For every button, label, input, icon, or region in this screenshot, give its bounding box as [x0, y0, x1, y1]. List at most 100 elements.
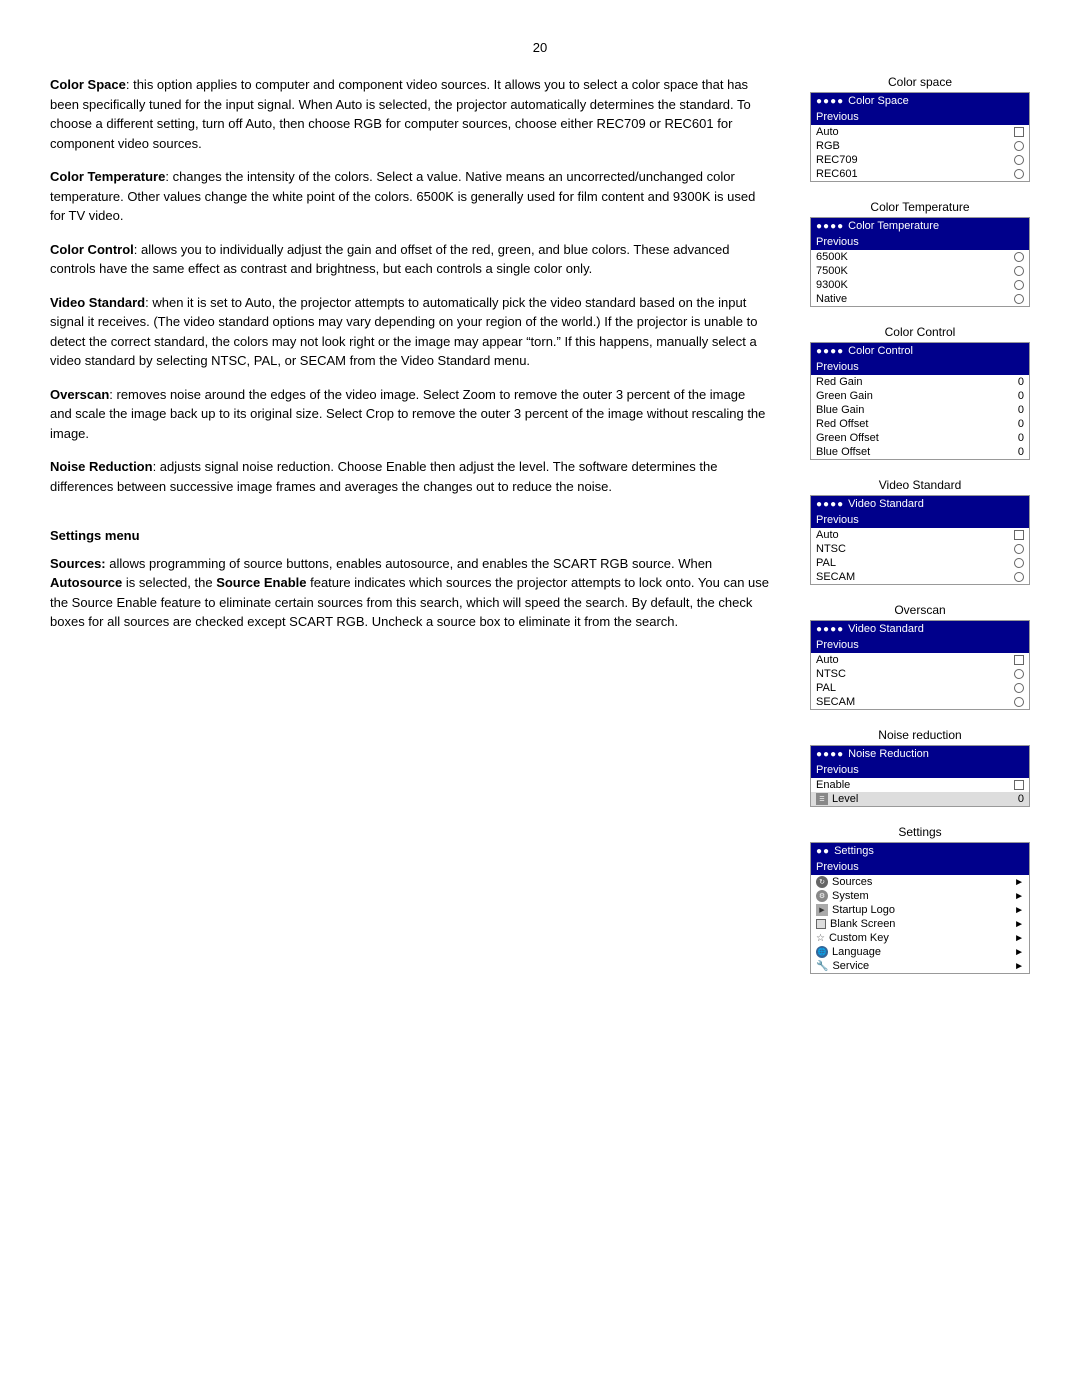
color-control-title-text: Color Control	[848, 345, 913, 357]
noise-reduction-enable-row[interactable]: Enable	[811, 778, 1029, 792]
color-space-rec601-row[interactable]: REC601	[811, 167, 1029, 181]
color-temperature-7500k-label: 7500K	[816, 265, 848, 277]
overscan-ntsc-row[interactable]: NTSC	[811, 667, 1029, 681]
settings-system-icon-group: ⚙ System	[816, 890, 869, 902]
color-control-blue-gain-row[interactable]: Blue Gain 0	[811, 403, 1029, 417]
color-temperature-dots: ●●●●	[816, 221, 844, 232]
color-temperature-title-text: Color Temperature	[848, 220, 939, 232]
settings-service-icon-group: 🔧 Service	[816, 960, 869, 972]
right-column: Color space ●●●● Color Space Previous Au…	[810, 75, 1030, 974]
video-standard-panel: ●●●● Video Standard Previous Auto NTSC P…	[810, 495, 1030, 585]
color-temperature-6500k-radio[interactable]	[1014, 252, 1024, 262]
custom-key-icon: ☆	[816, 933, 825, 944]
color-control-red-gain-label: Red Gain	[816, 376, 862, 388]
noise-reduction-previous-row[interactable]: Previous	[811, 762, 1029, 778]
system-icon: ⚙	[816, 890, 828, 902]
noise-reduction-enable-checkbox[interactable]	[1014, 780, 1024, 790]
page-number: 20	[50, 40, 1030, 55]
video-standard-pal-radio[interactable]	[1014, 558, 1024, 568]
color-temperature-native-row[interactable]: Native	[811, 292, 1029, 306]
settings-sources-label: Sources	[832, 876, 872, 888]
overscan-secam-row[interactable]: SECAM	[811, 695, 1029, 709]
color-temperature-previous-row[interactable]: Previous	[811, 234, 1029, 250]
color-control-menu-section: Color Control ●●●● Color Control Previou…	[810, 325, 1030, 460]
overscan-secam-radio[interactable]	[1014, 697, 1024, 707]
settings-service-row[interactable]: 🔧 Service ►	[811, 959, 1029, 973]
settings-language-label: Language	[832, 946, 881, 958]
settings-startup-row[interactable]: ▶ Startup Logo ►	[811, 903, 1029, 917]
overscan-paragraph: Overscan: removes noise around the edges…	[50, 385, 770, 444]
color-space-rec601-radio[interactable]	[1014, 169, 1024, 179]
video-standard-secam-label: SECAM	[816, 571, 855, 583]
color-space-text: : this option applies to computer and co…	[50, 77, 751, 151]
settings-language-row[interactable]: 🌐 Language ►	[811, 945, 1029, 959]
settings-custom-key-row[interactable]: ☆ Custom Key ►	[811, 931, 1029, 945]
color-control-panel: ●●●● Color Control Previous Red Gain 0 G…	[810, 342, 1030, 460]
color-control-title-bar: ●●●● Color Control	[811, 343, 1029, 359]
overscan-ntsc-label: NTSC	[816, 668, 846, 680]
overscan-previous-row[interactable]: Previous	[811, 637, 1029, 653]
color-space-rec709-row[interactable]: REC709	[811, 153, 1029, 167]
noise-reduction-level-icon-group: ☰ Level	[816, 793, 858, 805]
settings-blank-screen-row[interactable]: Blank Screen ►	[811, 917, 1029, 931]
color-space-auto-row[interactable]: Auto	[811, 125, 1029, 139]
color-temperature-6500k-label: 6500K	[816, 251, 848, 263]
video-standard-title-text: Video Standard	[848, 498, 924, 510]
settings-menu-label: Settings	[810, 825, 1030, 839]
overscan-auto-checkbox[interactable]	[1014, 655, 1024, 665]
video-standard-pal-row[interactable]: PAL	[811, 556, 1029, 570]
color-temperature-9300k-radio[interactable]	[1014, 280, 1024, 290]
color-control-red-gain-row[interactable]: Red Gain 0	[811, 375, 1029, 389]
video-standard-ntsc-row[interactable]: NTSC	[811, 542, 1029, 556]
settings-previous-row[interactable]: Previous	[811, 859, 1029, 875]
color-control-green-offset-row[interactable]: Green Offset 0	[811, 431, 1029, 445]
video-standard-secam-row[interactable]: SECAM	[811, 570, 1029, 584]
settings-language-icon-group: 🌐 Language	[816, 946, 881, 958]
color-control-paragraph: Color Control: allows you to individuall…	[50, 240, 770, 279]
video-standard-secam-radio[interactable]	[1014, 572, 1024, 582]
color-temperature-9300k-row[interactable]: 9300K	[811, 278, 1029, 292]
noise-reduction-level-value: 0	[1018, 793, 1024, 805]
color-space-rgb-radio[interactable]	[1014, 141, 1024, 151]
color-control-red-offset-value: 0	[1018, 418, 1024, 430]
noise-reduction-title-bar: ●●●● Noise Reduction	[811, 746, 1029, 762]
color-control-green-gain-value: 0	[1018, 390, 1024, 402]
blank-screen-arrow-icon: ►	[1014, 919, 1024, 930]
noise-reduction-level-label: Level	[832, 793, 858, 805]
overscan-ntsc-radio[interactable]	[1014, 669, 1024, 679]
noise-reduction-menu-section: Noise reduction ●●●● Noise Reduction Pre…	[810, 728, 1030, 807]
color-space-auto-checkbox[interactable]	[1014, 127, 1024, 137]
settings-system-row[interactable]: ⚙ System ►	[811, 889, 1029, 903]
color-control-blue-offset-row[interactable]: Blue Offset 0	[811, 445, 1029, 459]
settings-service-label: Service	[832, 960, 869, 972]
video-standard-auto-row[interactable]: Auto	[811, 528, 1029, 542]
video-standard-auto-checkbox[interactable]	[1014, 530, 1024, 540]
settings-sources-row[interactable]: ↻ Sources ►	[811, 875, 1029, 889]
video-standard-previous-row[interactable]: Previous	[811, 512, 1029, 528]
video-standard-ntsc-radio[interactable]	[1014, 544, 1024, 554]
color-control-menu-label: Color Control	[810, 325, 1030, 339]
left-column: Color Space: this option applies to comp…	[50, 75, 780, 974]
settings-startup-icon-group: ▶ Startup Logo	[816, 904, 895, 916]
color-space-rgb-row[interactable]: RGB	[811, 139, 1029, 153]
color-space-rec709-radio[interactable]	[1014, 155, 1024, 165]
overscan-auto-row[interactable]: Auto	[811, 653, 1029, 667]
color-temperature-6500k-row[interactable]: 6500K	[811, 250, 1029, 264]
color-temperature-native-radio[interactable]	[1014, 294, 1024, 304]
level-icon: ☰	[816, 793, 828, 805]
color-temperature-7500k-row[interactable]: 7500K	[811, 264, 1029, 278]
color-control-green-gain-row[interactable]: Green Gain 0	[811, 389, 1029, 403]
overscan-pal-row[interactable]: PAL	[811, 681, 1029, 695]
color-space-previous-row[interactable]: Previous	[811, 109, 1029, 125]
video-standard-text: : when it is set to Auto, the projector …	[50, 295, 757, 369]
noise-reduction-level-row[interactable]: ☰ Level 0	[811, 792, 1029, 806]
noise-reduction-title-text: Noise Reduction	[848, 748, 929, 760]
overscan-pal-radio[interactable]	[1014, 683, 1024, 693]
startup-arrow-icon: ►	[1014, 905, 1024, 916]
color-control-previous-row[interactable]: Previous	[811, 359, 1029, 375]
overscan-title-text: Video Standard	[848, 623, 924, 635]
color-control-red-offset-row[interactable]: Red Offset 0	[811, 417, 1029, 431]
settings-sources-paragraph: Sources: allows programming of source bu…	[50, 554, 770, 632]
color-control-text: : allows you to individually adjust the …	[50, 242, 730, 277]
color-temperature-7500k-radio[interactable]	[1014, 266, 1024, 276]
